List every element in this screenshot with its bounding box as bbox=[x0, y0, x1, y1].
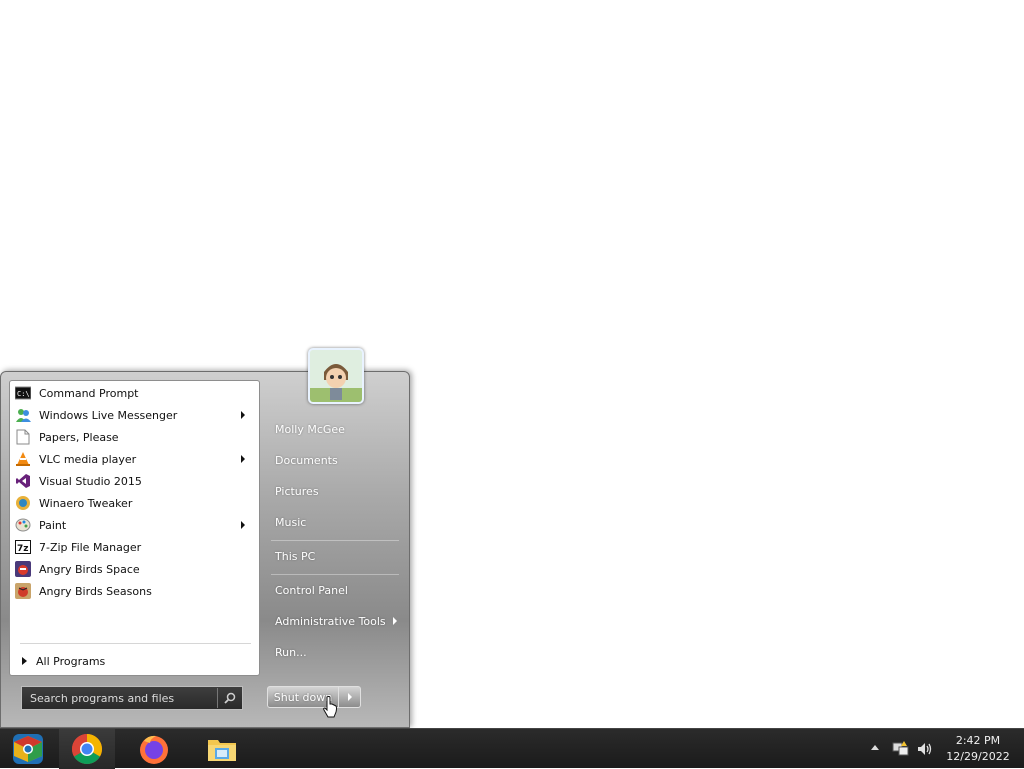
vlc-cone-icon bbox=[15, 451, 31, 467]
right-item-documents[interactable]: Documents bbox=[267, 449, 403, 471]
clock-date: 12/29/2022 bbox=[946, 750, 1010, 763]
program-angry-birds-space[interactable]: Angry Birds Space bbox=[12, 558, 257, 580]
submenu-arrow-icon bbox=[393, 617, 397, 625]
taskbar-file-explorer[interactable] bbox=[194, 729, 250, 769]
user-avatar[interactable] bbox=[308, 348, 364, 404]
all-programs-button[interactable]: All Programs bbox=[20, 652, 105, 670]
right-item-label: Administrative Tools bbox=[275, 614, 386, 628]
submenu-arrow-icon bbox=[241, 455, 245, 463]
program-label: Angry Birds Space bbox=[39, 562, 140, 576]
right-item-this-pc[interactable]: This PC bbox=[267, 545, 403, 567]
right-item-label: This PC bbox=[275, 549, 316, 563]
separator bbox=[271, 540, 399, 541]
submenu-arrow-icon bbox=[241, 411, 245, 419]
program-label: 7-Zip File Manager bbox=[39, 540, 142, 554]
submenu-arrow-icon bbox=[241, 521, 245, 529]
taskbar: 2:42 PM 12/29/2022 bbox=[0, 728, 1024, 769]
angry-birds-seasons-icon bbox=[15, 583, 31, 599]
program-vlc[interactable]: VLC media player bbox=[12, 448, 257, 470]
program-angry-birds-seasons[interactable]: Angry Birds Seasons bbox=[12, 580, 257, 602]
separator bbox=[271, 574, 399, 575]
right-item-label: Music bbox=[275, 515, 307, 529]
program-visual-studio[interactable]: Visual Studio 2015 bbox=[12, 470, 257, 492]
program-label: Visual Studio 2015 bbox=[39, 474, 142, 488]
clock[interactable]: 2:42 PM 12/29/2022 bbox=[940, 733, 1016, 765]
program-label: Windows Live Messenger bbox=[39, 408, 178, 422]
program-label: VLC media player bbox=[39, 452, 137, 466]
program-command-prompt[interactable]: C:\ Command Prompt bbox=[12, 382, 257, 404]
right-item-label: Control Panel bbox=[275, 583, 348, 597]
right-item-label: Molly McGee bbox=[275, 422, 345, 436]
firefox-icon bbox=[140, 735, 168, 764]
shutdown-options-button[interactable] bbox=[339, 686, 361, 708]
right-item-label: Pictures bbox=[275, 484, 319, 498]
expand-arrow-icon bbox=[22, 657, 27, 665]
right-item-label: Documents bbox=[275, 453, 338, 467]
user-picture-icon bbox=[310, 350, 362, 402]
winaero-icon bbox=[15, 495, 31, 511]
right-item-administrative-tools[interactable]: Administrative Tools bbox=[267, 610, 403, 632]
right-item-control-panel[interactable]: Control Panel bbox=[267, 579, 403, 601]
program-label: Paint bbox=[39, 518, 67, 532]
right-item-music[interactable]: Music bbox=[267, 511, 403, 533]
right-item-pictures[interactable]: Pictures bbox=[267, 480, 403, 502]
chevron-right-icon bbox=[347, 693, 352, 701]
program-label: Command Prompt bbox=[39, 386, 139, 400]
svg-text:7z: 7z bbox=[17, 544, 29, 554]
document-icon bbox=[15, 429, 31, 445]
chrome-icon bbox=[71, 734, 103, 765]
file-explorer-icon bbox=[208, 740, 236, 761]
angry-birds-space-icon bbox=[15, 561, 31, 577]
search-input[interactable] bbox=[22, 688, 217, 708]
search-icon[interactable] bbox=[217, 688, 242, 708]
start-orb-icon bbox=[13, 734, 43, 764]
7zip-icon: 7z bbox=[15, 539, 31, 555]
start-button[interactable] bbox=[0, 729, 56, 769]
taskbar-firefox[interactable] bbox=[126, 729, 182, 769]
program-windows-live-messenger[interactable]: Windows Live Messenger bbox=[12, 404, 257, 426]
volume-icon[interactable] bbox=[916, 740, 934, 758]
search-box[interactable] bbox=[21, 686, 243, 710]
program-papers-please[interactable]: Papers, Please bbox=[12, 426, 257, 448]
show-hidden-icons-chevron-icon[interactable] bbox=[871, 745, 879, 750]
svg-text:C:\: C:\ bbox=[17, 390, 30, 398]
right-item-user[interactable]: Molly McGee bbox=[267, 418, 403, 440]
all-programs-label: All Programs bbox=[36, 654, 106, 668]
program-label: Angry Birds Seasons bbox=[39, 584, 152, 598]
start-menu: C:\ Command Prompt Windows Live Messenge… bbox=[0, 348, 410, 728]
program-paint[interactable]: Paint bbox=[12, 514, 257, 536]
hand-cursor-icon bbox=[323, 696, 337, 718]
program-7zip[interactable]: 7z 7-Zip File Manager bbox=[12, 536, 257, 558]
network-icon[interactable] bbox=[892, 740, 910, 758]
paint-palette-icon bbox=[15, 517, 31, 533]
command-prompt-icon: C:\ bbox=[15, 385, 31, 401]
program-label: Papers, Please bbox=[39, 430, 119, 444]
visual-studio-icon bbox=[15, 473, 31, 489]
right-item-label: Run... bbox=[275, 645, 307, 659]
program-label: Winaero Tweaker bbox=[39, 496, 133, 510]
separator bbox=[20, 643, 251, 644]
program-winaero-tweaker[interactable]: Winaero Tweaker bbox=[12, 492, 257, 514]
messenger-icon bbox=[15, 407, 31, 423]
programs-pane: C:\ Command Prompt Windows Live Messenge… bbox=[9, 380, 260, 676]
taskbar-chrome[interactable] bbox=[59, 729, 115, 769]
clock-time: 2:42 PM bbox=[955, 734, 1001, 747]
right-item-run[interactable]: Run... bbox=[267, 641, 403, 663]
